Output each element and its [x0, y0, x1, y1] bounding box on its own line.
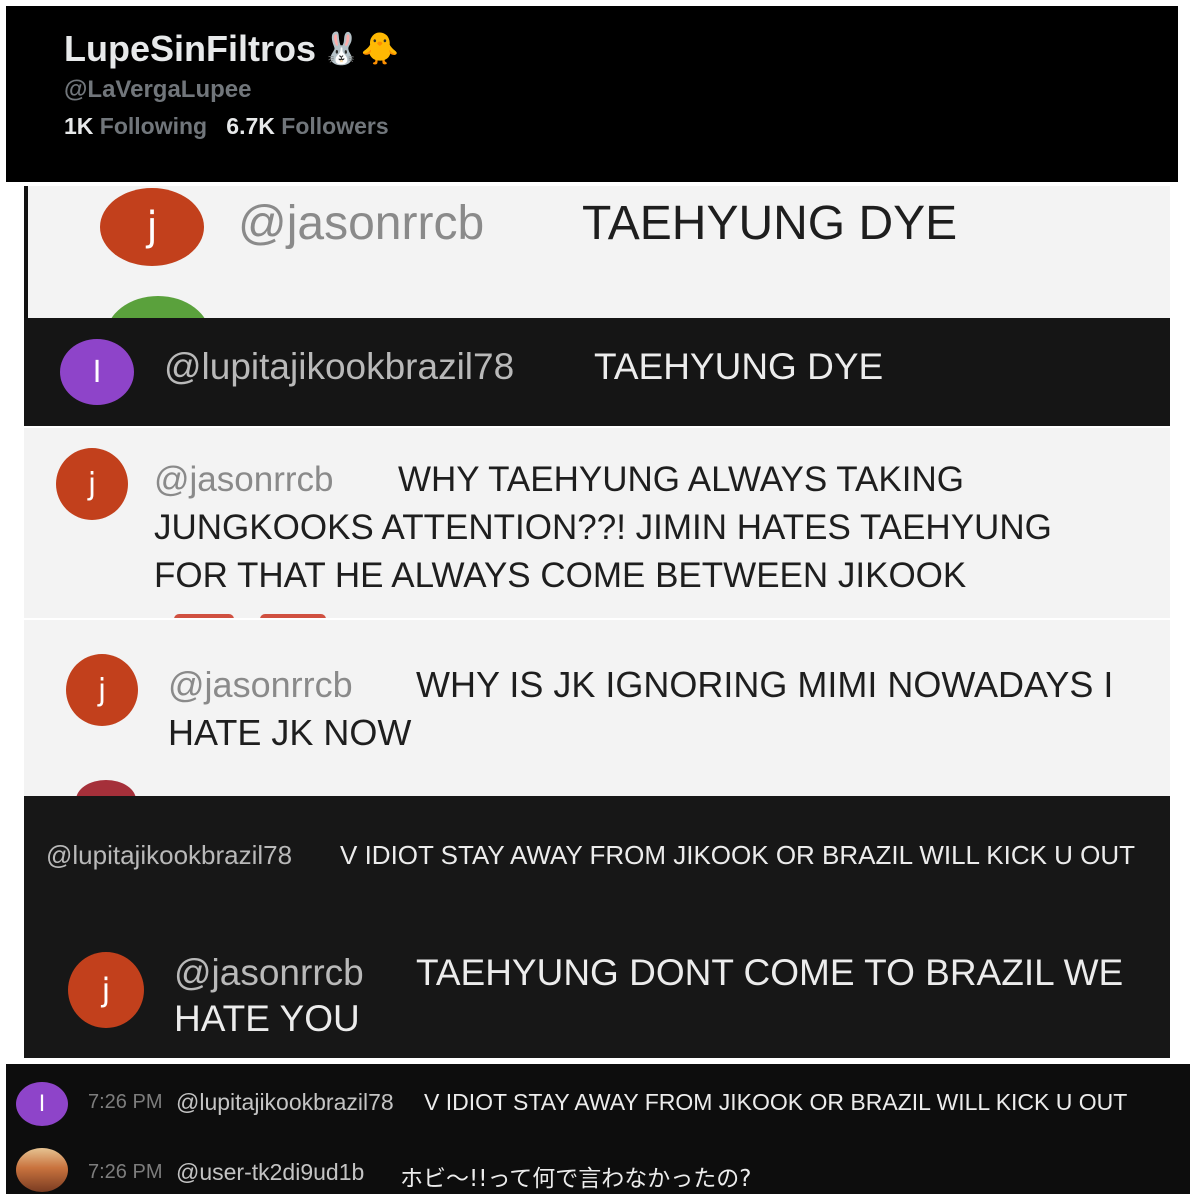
chat-handle[interactable]: @lupitajikookbrazil78 [176, 1089, 394, 1116]
live-chat-screenshot: I 7:26 PM @lupitajikookbrazil78 V IDIOT … [6, 1064, 1190, 1194]
chat-handle[interactable]: @user-tk2di9ud1b [176, 1159, 364, 1186]
avatar[interactable]: I [16, 1082, 68, 1126]
chat-timestamp: 7:26 PM [88, 1161, 163, 1183]
chat-timestamp: 7:26 PM [88, 1091, 163, 1113]
avatar[interactable]: j [68, 952, 144, 1028]
comment-text: TAEHYUNG DYE [594, 346, 884, 387]
comment-text-line: HATE YOU [174, 998, 360, 1039]
reaction-fragment [260, 614, 326, 618]
comment-text-line: FOR THAT HE ALWAYS COME BETWEEN JIKOOK [154, 556, 967, 595]
avatar[interactable] [16, 1148, 68, 1192]
comment-text: TAEHYUNG DYE [582, 197, 958, 250]
reaction-fragment [174, 614, 234, 618]
comment-text-line: TAEHYUNG DONT COME TO BRAZIL WE [416, 952, 1124, 993]
comment-screenshot-1: j @jasonrrcb TAEHYUNG DYE [24, 186, 1170, 318]
bunny-chick-emoji-icon: 🐰🐥 [322, 31, 400, 66]
chat-message: ホビ〜!!って何で言わなかったの? [400, 1166, 752, 1192]
profile-name[interactable]: LupeSinFiltros 🐰🐥 [64, 28, 399, 70]
profile-header: LupeSinFiltros 🐰🐥 @LaVergaLupee 1K Follow… [6, 6, 1178, 182]
comment-handle[interactable]: @lupitajikookbrazil78 [46, 840, 292, 871]
comment-handle[interactable]: @jasonrrcb [154, 460, 333, 500]
comment-text-line: WHY TAEHYUNG ALWAYS TAKING [398, 460, 964, 499]
avatar[interactable]: j [66, 654, 138, 726]
comment-handle[interactable]: @jasonrrcb [174, 952, 364, 994]
chat-message: V IDIOT STAY AWAY FROM JIKOOK OR BRAZIL … [424, 1089, 1128, 1115]
profile-display-name: LupeSinFiltros [64, 28, 316, 69]
comment-text-line: JUNGKOOKS ATTENTION??! JIMIN HATES TAEHY… [154, 508, 1052, 547]
comment-screenshot-3: j @jasonrrcb WHY TAEHYUNG ALWAYS TAKING … [24, 428, 1170, 618]
comment-screenshot-4: j @jasonrrcb WHY IS JK IGNORING MIMI NOW… [24, 620, 1170, 796]
comment-handle[interactable]: @jasonrrcb [168, 664, 353, 706]
divider [24, 186, 28, 318]
comment-text-line: HATE JK NOW [168, 712, 412, 753]
profile-stats: 1K Following 6.7K Followers [64, 113, 389, 140]
following-link[interactable]: 1K Following [64, 113, 207, 139]
avatar[interactable]: I [60, 339, 134, 405]
comment-handle[interactable]: @jasonrrcb [238, 196, 484, 251]
profile-handle[interactable]: @LaVergaLupee [64, 76, 251, 104]
comment-text-line: WHY IS JK IGNORING MIMI NOWADAYS I [416, 664, 1114, 705]
avatar-partial [76, 780, 136, 796]
avatar[interactable]: j [56, 448, 128, 520]
avatar-partial [106, 296, 210, 318]
comment-screenshot-2: I @lupitajikookbrazil78 TAEHYUNG DYE [24, 318, 1170, 426]
avatar[interactable]: j [100, 188, 204, 266]
followers-link[interactable]: 6.7K Followers [226, 113, 388, 139]
comment-screenshot-5: @lupitajikookbrazil78 V IDIOT STAY AWAY … [24, 796, 1170, 1058]
comment-handle[interactable]: @lupitajikookbrazil78 [164, 346, 514, 388]
comment-text: V IDIOT STAY AWAY FROM JIKOOK OR BRAZIL … [340, 840, 1136, 870]
